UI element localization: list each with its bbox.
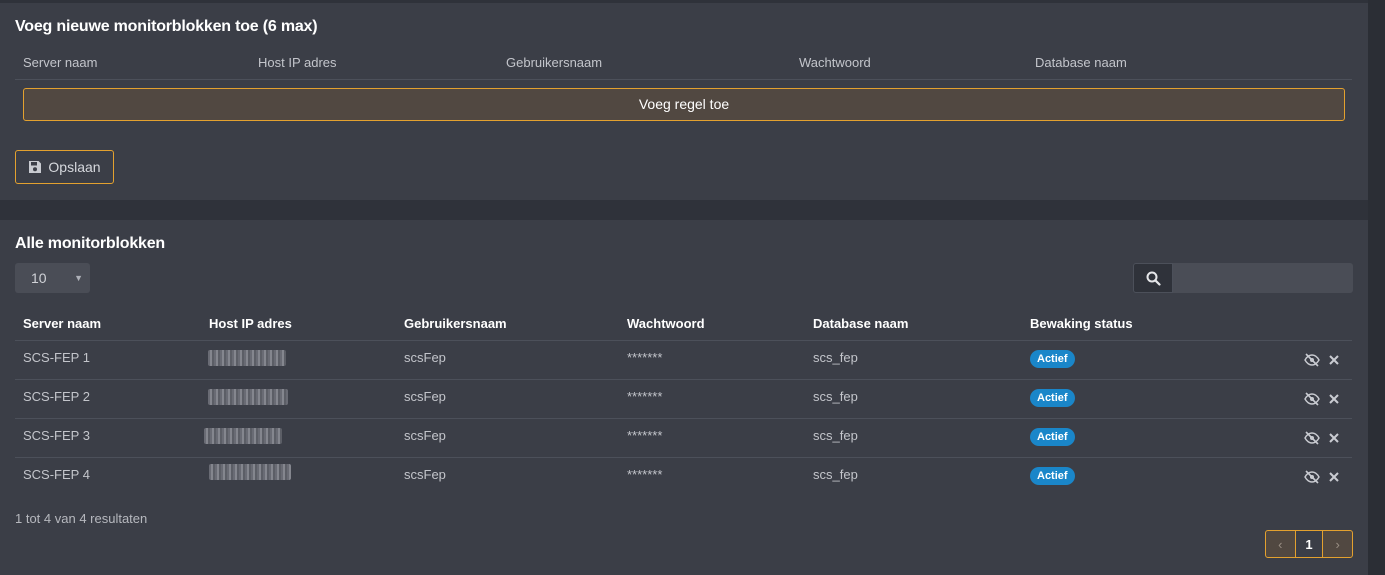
cell-database: scs_fep — [813, 389, 858, 404]
divider — [15, 418, 1352, 419]
cell-host-ip-redacted — [204, 428, 282, 444]
pagination-prev-button[interactable]: ‹ — [1266, 531, 1295, 557]
cell-server-name: SCS-FEP 4 — [23, 467, 90, 482]
save-button-label: Opslaan — [48, 159, 101, 175]
cell-username: scsFep — [404, 467, 446, 482]
cell-password: ******* — [627, 350, 663, 365]
save-button[interactable]: Opslaan — [15, 150, 114, 184]
close-icon[interactable] — [1328, 353, 1340, 367]
col-database[interactable]: Database naam — [813, 316, 908, 331]
add-col-database: Database naam — [1035, 55, 1127, 70]
cell-server-name: SCS-FEP 3 — [23, 428, 90, 443]
eye-slash-icon[interactable] — [1304, 392, 1320, 406]
cell-host-ip-redacted — [208, 350, 286, 366]
add-col-username: Gebruikersnaam — [506, 55, 603, 70]
col-password[interactable]: Wachtwoord — [627, 316, 705, 331]
col-monitoring-status[interactable]: Bewaking status — [1030, 316, 1133, 331]
divider — [15, 340, 1352, 341]
cell-database: scs_fep — [813, 428, 858, 443]
cell-username: scsFep — [404, 389, 446, 404]
status-badge: Actief — [1030, 389, 1075, 407]
close-icon[interactable] — [1328, 392, 1340, 406]
eye-slash-icon[interactable] — [1304, 470, 1320, 484]
result-summary: 1 tot 4 van 4 resultaten — [15, 511, 148, 526]
status-badge: Actief — [1030, 467, 1075, 485]
add-row-button[interactable]: Voeg regel toe — [23, 88, 1345, 121]
pagination-page-1[interactable]: 1 — [1294, 531, 1324, 557]
add-col-host-ip: Host IP adres — [258, 55, 337, 70]
eye-slash-icon[interactable] — [1304, 431, 1320, 445]
divider — [15, 379, 1352, 380]
close-icon[interactable] — [1328, 470, 1340, 484]
eye-slash-icon[interactable] — [1304, 353, 1320, 367]
cell-database: scs_fep — [813, 467, 858, 482]
search-group — [1133, 263, 1353, 293]
pagination: ‹ 1 › — [1265, 530, 1353, 558]
scroll-gutter — [1368, 0, 1385, 575]
search-button[interactable] — [1133, 263, 1173, 293]
cell-host-ip-redacted — [208, 389, 288, 405]
cell-password: ******* — [627, 428, 663, 443]
cell-database: scs_fep — [813, 350, 858, 365]
divider — [15, 79, 1352, 80]
close-icon[interactable] — [1328, 431, 1340, 445]
status-badge: Actief — [1030, 350, 1075, 368]
cell-server-name: SCS-FEP 1 — [23, 350, 90, 365]
page-size-select[interactable]: 10 ▼ — [15, 263, 90, 293]
col-host-ip[interactable]: Host IP adres — [209, 316, 292, 331]
col-username[interactable]: Gebruikersnaam — [404, 316, 507, 331]
divider — [15, 457, 1352, 458]
list-section-title: Alle monitorblokken — [15, 235, 165, 252]
cell-password: ******* — [627, 467, 663, 482]
add-col-server-name: Server naam — [23, 55, 98, 70]
add-monitorblocks-panel: Voeg nieuwe monitorblokken toe (6 max) S… — [0, 3, 1368, 200]
all-monitorblocks-panel: Alle monitorblokken 10 ▼ Server naam Hos… — [0, 220, 1368, 575]
cell-username: scsFep — [404, 350, 446, 365]
caret-down-icon: ▼ — [74, 273, 83, 283]
status-badge: Actief — [1030, 428, 1075, 446]
col-server-name[interactable]: Server naam — [23, 316, 101, 331]
add-col-password: Wachtwoord — [799, 55, 871, 70]
search-input[interactable] — [1173, 263, 1353, 293]
page-size-value: 10 — [31, 270, 47, 286]
cell-username: scsFep — [404, 428, 446, 443]
pagination-next-button[interactable]: › — [1323, 531, 1352, 557]
search-icon — [1146, 271, 1161, 286]
add-section-title: Voeg nieuwe monitorblokken toe (6 max) — [15, 18, 318, 35]
cell-server-name: SCS-FEP 2 — [23, 389, 90, 404]
cell-password: ******* — [627, 389, 663, 404]
cell-host-ip-redacted — [209, 464, 291, 480]
floppy-disk-icon — [29, 161, 42, 173]
